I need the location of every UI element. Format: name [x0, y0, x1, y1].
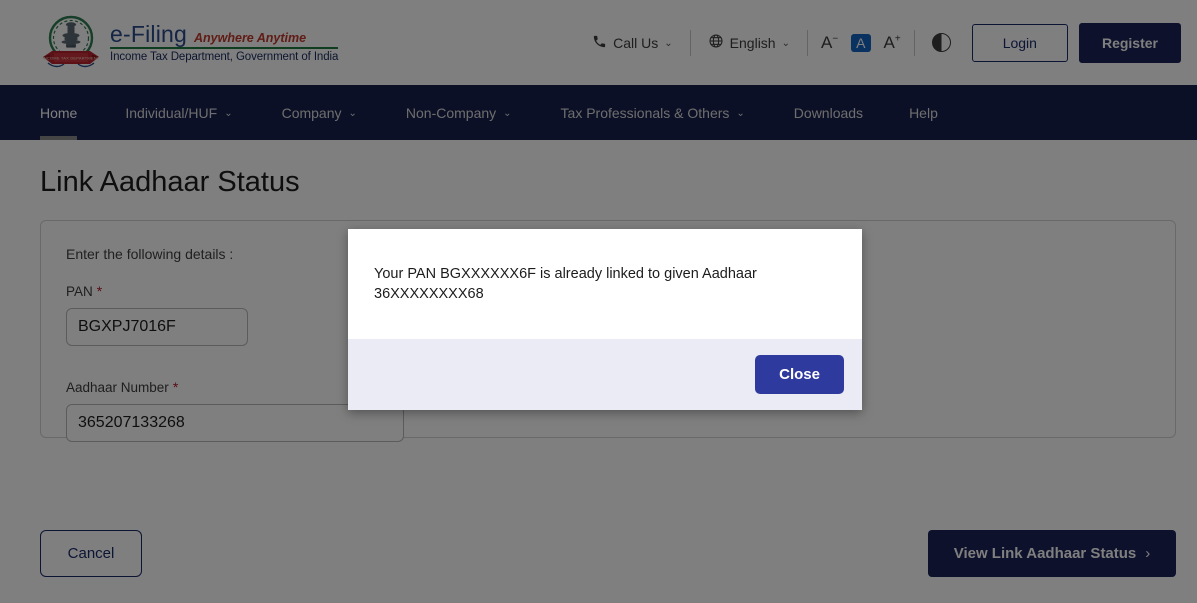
dialog-message: Your PAN BGXXXXXX6F is already linked to… [374, 266, 757, 303]
dialog-footer: Close [348, 338, 862, 410]
close-button[interactable]: Close [755, 354, 844, 394]
page-root: सत्यमेव INCOME TAX DEPARTMENT e-Filing A… [0, 0, 1197, 603]
already-linked-dialog: Your PAN BGXXXXXX6F is already linked to… [348, 229, 862, 410]
